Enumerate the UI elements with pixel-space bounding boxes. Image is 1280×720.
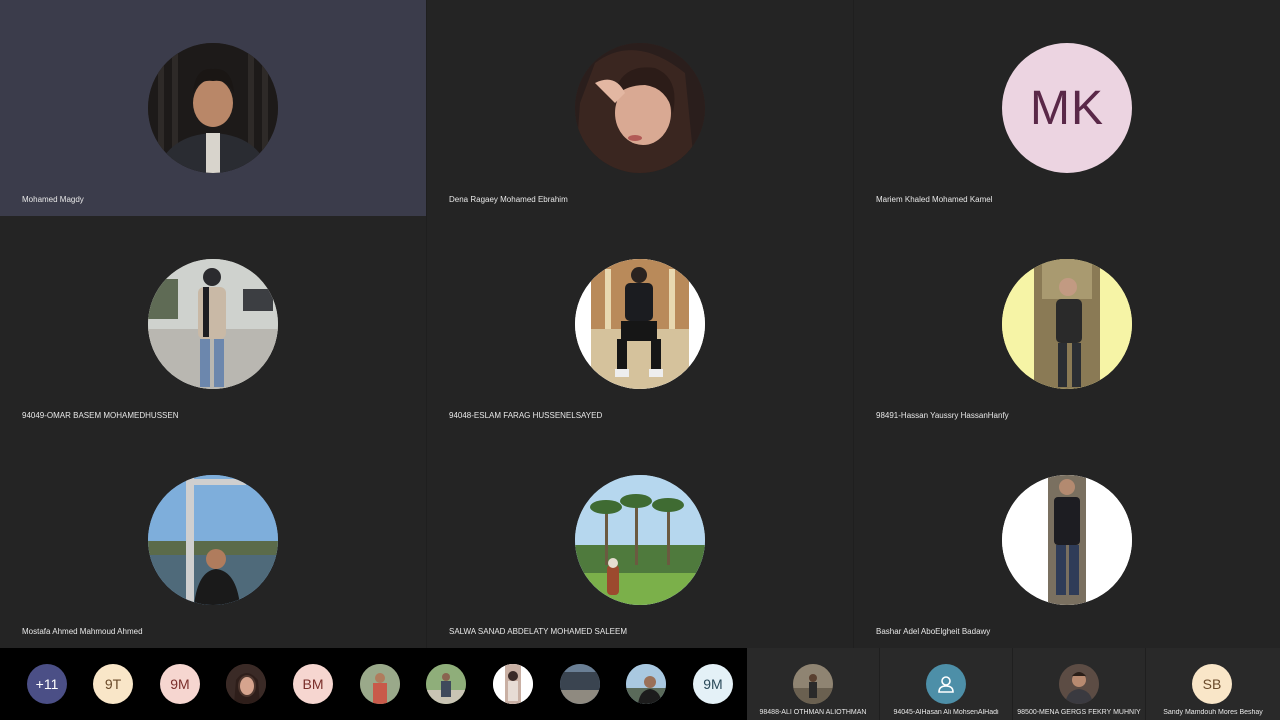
overflow-avatar-photo[interactable] bbox=[560, 664, 600, 704]
participant-name: Mostafa Ahmed Mahmoud Ahmed bbox=[22, 627, 143, 636]
avatar: MK bbox=[1002, 43, 1132, 173]
participant-name: 94048-ESLAM FARAG HUSSENELSAYED bbox=[449, 411, 603, 420]
participant-name: Dena Ragaey Mohamed Ebrahim bbox=[449, 195, 568, 204]
mini-participant-tile[interactable]: 98488-ALI OTHMAN ALIOTHMAN bbox=[747, 648, 879, 720]
participant-tile[interactable]: Mostafa Ahmed Mahmoud Ahmed bbox=[0, 432, 426, 648]
avatar-initials: SB bbox=[1202, 676, 1222, 692]
avatar bbox=[575, 259, 705, 389]
mini-participant-tile[interactable]: 94045-AlHasan Ali MohsenAlHadi bbox=[880, 648, 1012, 720]
avatar-initials: 9M bbox=[170, 676, 190, 692]
avatar bbox=[148, 259, 278, 389]
avatar bbox=[575, 43, 705, 173]
avatar-initials: 9M bbox=[703, 676, 723, 692]
participant-name: Mariem Khaled Mohamed Kamel bbox=[876, 195, 993, 204]
participant-name: SALWA SANAD ABDELATY MOHAMED SALEEM bbox=[449, 627, 627, 636]
participant-tile[interactable]: 94049-OMAR BASEM MOHAMEDHUSSEN bbox=[0, 216, 426, 432]
video-grid: Mohamed Magdy Dena Ragaey Mohamed Ebrahi… bbox=[0, 0, 1280, 648]
avatar bbox=[1002, 475, 1132, 605]
more-count: +11 bbox=[35, 676, 59, 692]
participant-tile[interactable]: 98491-Hassan Yaussry HassanHanfy bbox=[854, 216, 1280, 432]
overflow-avatar[interactable]: BM bbox=[293, 664, 333, 704]
avatar: SB bbox=[1192, 664, 1232, 704]
avatar bbox=[575, 475, 705, 605]
participant-name: 94045-AlHasan Ali MohsenAlHadi bbox=[893, 709, 999, 716]
overflow-avatar[interactable]: 9M bbox=[693, 664, 733, 704]
avatar bbox=[1002, 259, 1132, 389]
participant-name: Sandy Mamdouh Mores Beshay bbox=[1163, 709, 1263, 716]
avatar bbox=[926, 664, 966, 704]
participant-name: 94049-OMAR BASEM MOHAMEDHUSSEN bbox=[22, 411, 179, 420]
overflow-avatar-photo[interactable] bbox=[360, 664, 400, 704]
participant-name: 98488-ALI OTHMAN ALIOTHMAN bbox=[759, 709, 867, 716]
participant-tile[interactable]: MK Mariem Khaled Mohamed Kamel bbox=[854, 0, 1280, 216]
mini-participant-tile[interactable]: 98500-MENA GERGS FEKRY MUHNIY bbox=[1013, 648, 1145, 720]
participant-name: 98500-MENA GERGS FEKRY MUHNIY bbox=[1017, 709, 1141, 716]
overflow-avatar-photo[interactable] bbox=[493, 664, 533, 704]
participant-name: Mohamed Magdy bbox=[22, 195, 84, 204]
participant-name: 98491-Hassan Yaussry HassanHanfy bbox=[876, 411, 1009, 420]
participant-tile[interactable]: SALWA SANAD ABDELATY MOHAMED SALEEM bbox=[427, 432, 853, 648]
overflow-avatar[interactable]: 9M bbox=[160, 664, 200, 704]
participant-tile[interactable]: Dena Ragaey Mohamed Ebrahim bbox=[427, 0, 853, 216]
overflow-avatar[interactable]: 9T bbox=[93, 664, 133, 704]
more-participants-button[interactable]: +11 bbox=[27, 664, 67, 704]
participant-tile[interactable]: 94048-ESLAM FARAG HUSSENELSAYED bbox=[427, 216, 853, 432]
avatar-initials: MK bbox=[1030, 81, 1104, 135]
participant-tile[interactable]: Bashar Adel AboElgheit Badawy bbox=[854, 432, 1280, 648]
person-icon bbox=[938, 676, 954, 693]
avatar bbox=[148, 43, 278, 173]
overflow-avatar-photo[interactable] bbox=[226, 664, 266, 704]
participant-tile[interactable]: Mohamed Magdy bbox=[0, 0, 426, 216]
overflow-avatar-photo[interactable] bbox=[426, 664, 466, 704]
avatar bbox=[148, 475, 278, 605]
avatar-initials: 9T bbox=[104, 676, 122, 692]
participant-name: Bashar Adel AboElgheit Badawy bbox=[876, 627, 991, 636]
avatar bbox=[1059, 664, 1099, 704]
avatar bbox=[793, 664, 833, 704]
mini-participant-tile[interactable]: SB Sandy Mamdouh Mores Beshay bbox=[1146, 648, 1280, 720]
overflow-avatar-photo[interactable] bbox=[626, 664, 666, 704]
avatar-initials: BM bbox=[302, 676, 324, 692]
